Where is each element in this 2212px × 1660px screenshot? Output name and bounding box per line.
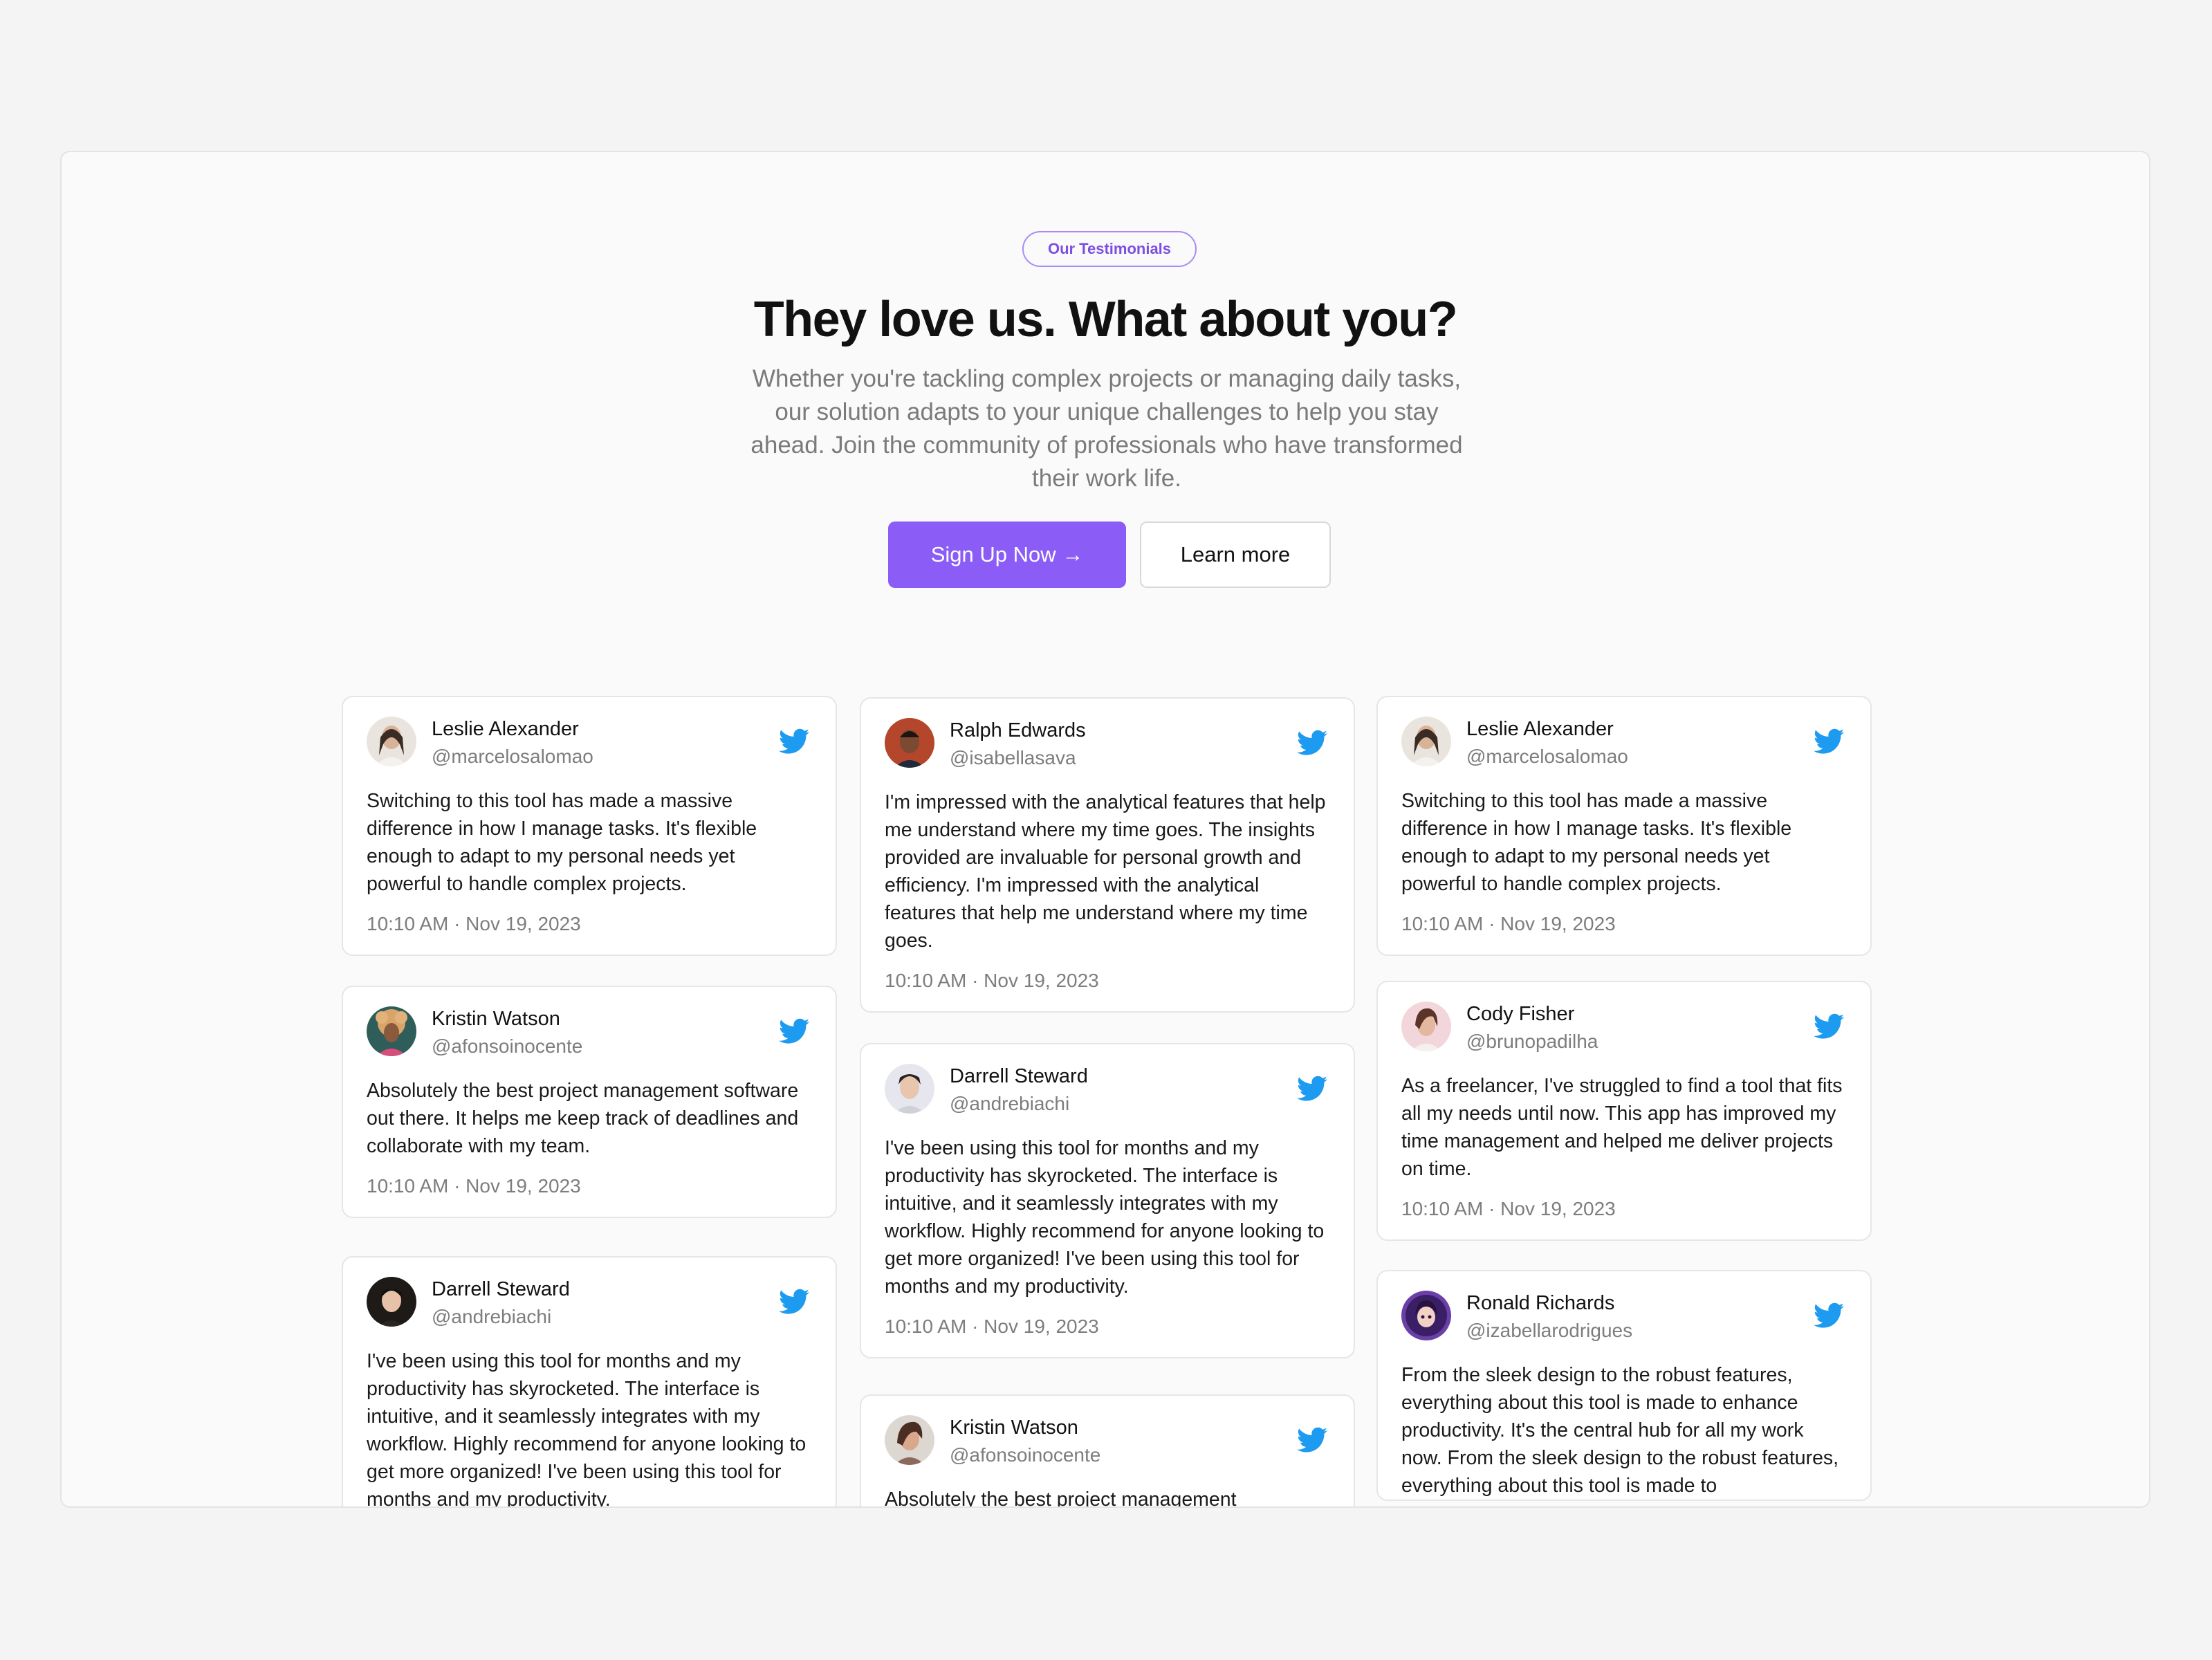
author-handle[interactable]: @marcelosalomao	[1466, 744, 1628, 769]
testimonial-card: Ronald Richards @izabellarodrigues From …	[1376, 1270, 1872, 1501]
testimonial-card: Leslie Alexander @marcelosalomao Switchi…	[1376, 696, 1872, 956]
author-name: Ronald Richards	[1466, 1292, 1615, 1314]
timestamp: 10:10 AM · Nov 19, 2023	[367, 1175, 581, 1197]
author-handle[interactable]: @afonsoinocente	[950, 1443, 1100, 1468]
author-handle[interactable]: @isabellasava	[950, 746, 1076, 771]
author-name: Kristin Watson	[432, 1008, 560, 1030]
testimonial-text: I'm impressed with the analytical featur…	[885, 791, 1326, 952]
twitter-icon[interactable]	[1814, 1013, 1844, 1040]
author-name: Ralph Edwards	[950, 719, 1086, 741]
timestamp: 10:10 AM · Nov 19, 2023	[885, 1316, 1099, 1337]
testimonial-card: Kristin Watson @afonsoinocente Absolutel…	[860, 1394, 1355, 1508]
learn-more-button[interactable]: Learn more	[1140, 522, 1331, 588]
page-title: They love us. What about you?	[753, 292, 1458, 347]
timestamp: 10:10 AM · Nov 19, 2023	[885, 970, 1099, 991]
avatar	[367, 1006, 416, 1056]
twitter-icon[interactable]	[779, 728, 809, 755]
testimonial-card: Cody Fisher @brunopadilha As a freelance…	[1376, 981, 1872, 1241]
testimonial-text: I've been using this tool for months and…	[367, 1350, 807, 1508]
testimonial-card: Darrell Steward @andrebiachi I've been u…	[860, 1043, 1355, 1358]
author-name: Leslie Alexander	[1466, 718, 1614, 740]
avatar	[367, 1277, 416, 1327]
sign-up-button[interactable]: Sign Up Now →	[888, 522, 1126, 588]
author-name: Kristin Watson	[950, 1417, 1078, 1439]
twitter-icon[interactable]	[779, 1017, 809, 1045]
avatar	[885, 1415, 934, 1465]
avatar	[885, 1064, 934, 1114]
author-handle[interactable]: @andrebiachi	[432, 1304, 551, 1329]
testimonial-text: Absolutely the best project management s…	[367, 1080, 799, 1157]
avatar	[1401, 1002, 1451, 1051]
timestamp: 10:10 AM · Nov 19, 2023	[367, 913, 581, 934]
avatar	[885, 718, 934, 768]
author-name: Darrell Steward	[432, 1278, 570, 1300]
twitter-icon[interactable]	[1297, 1426, 1327, 1454]
author-handle[interactable]: @izabellarodrigues	[1466, 1318, 1632, 1343]
twitter-icon[interactable]	[1814, 1302, 1844, 1329]
avatar	[1401, 1291, 1451, 1340]
author-name: Cody Fisher	[1466, 1003, 1575, 1025]
timestamp: 10:10 AM · Nov 19, 2023	[1401, 913, 1616, 934]
avatar	[367, 717, 416, 766]
section-badge: Our Testimonials	[1022, 231, 1197, 267]
author-handle[interactable]: @brunopadilha	[1466, 1029, 1598, 1054]
author-handle[interactable]: @afonsoinocente	[432, 1034, 582, 1059]
testimonial-text: Absolutely the best project management	[885, 1488, 1237, 1508]
testimonial-text: Switching to this tool has made a massiv…	[1401, 790, 1792, 895]
timestamp: 10:10 AM · Nov 19, 2023	[1401, 1198, 1616, 1219]
testimonial-card: Kristin Watson @afonsoinocente Absolutel…	[342, 986, 837, 1218]
testimonial-text: I've been using this tool for months and…	[885, 1137, 1325, 1298]
author-name: Leslie Alexander	[432, 718, 579, 740]
author-handle[interactable]: @andrebiachi	[950, 1091, 1069, 1116]
twitter-icon[interactable]	[779, 1288, 809, 1316]
testimonial-text: As a freelancer, I've struggled to find …	[1401, 1075, 1843, 1180]
testimonials-section: Our Testimonials They love us. What abou…	[60, 151, 2150, 1508]
testimonial-text: Switching to this tool has made a massiv…	[367, 790, 757, 895]
twitter-icon[interactable]	[1297, 729, 1327, 757]
author-name: Darrell Steward	[950, 1065, 1088, 1087]
testimonial-card: Ralph Edwards @isabellasava I'm impresse…	[860, 697, 1355, 1013]
hero-subtitle: Whether you're tackling complex projects…	[750, 365, 1463, 492]
twitter-icon[interactable]	[1297, 1075, 1327, 1103]
testimonial-card: Darrell Steward @andrebiachi I've been u…	[342, 1256, 837, 1508]
testimonial-card: Leslie Alexander @marcelosalomao Switchi…	[342, 696, 837, 956]
author-handle[interactable]: @marcelosalomao	[432, 744, 593, 769]
avatar	[1401, 717, 1451, 766]
testimonial-text: From the sleek design to the robust feat…	[1401, 1364, 1839, 1497]
twitter-icon[interactable]	[1814, 728, 1844, 755]
